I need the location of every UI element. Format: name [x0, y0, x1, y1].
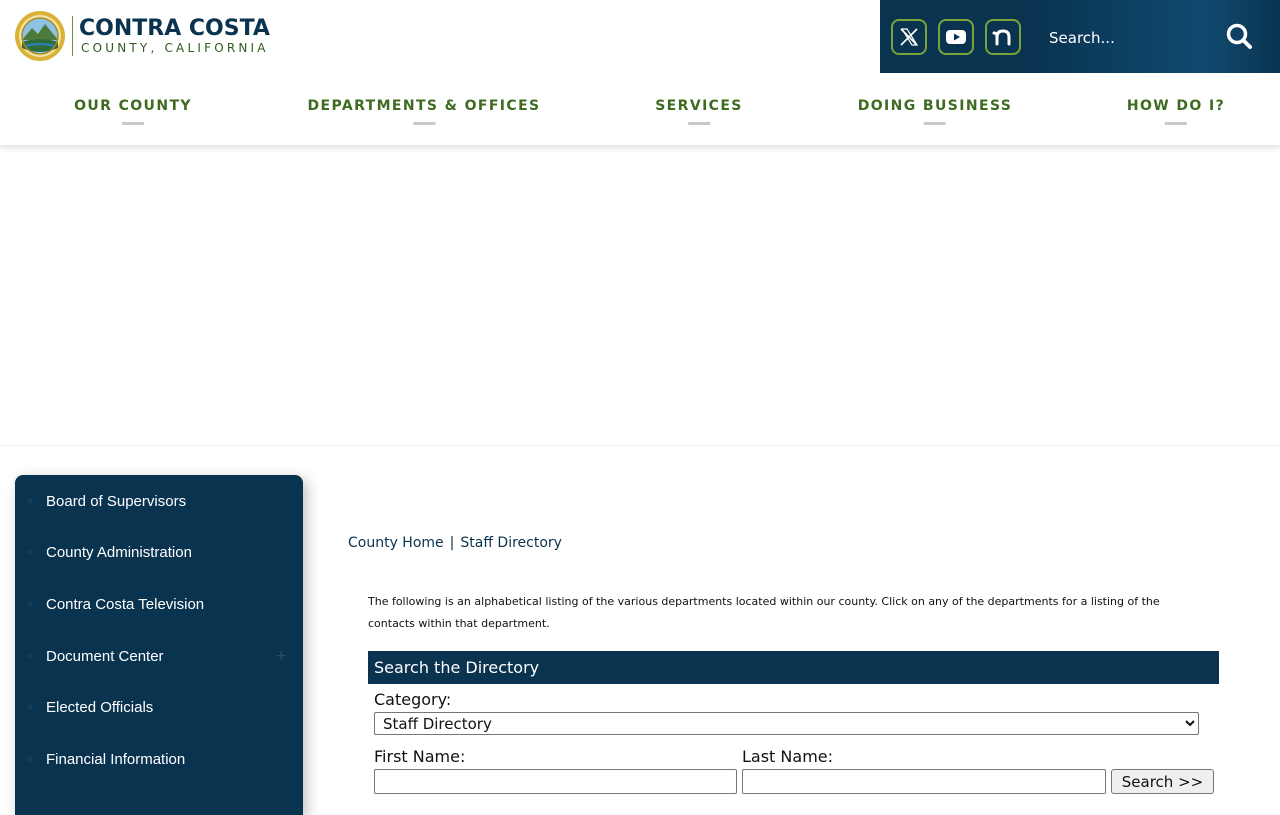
bullet-icon: [27, 653, 33, 659]
directory-search-header: Search the Directory: [368, 651, 1219, 684]
breadcrumb-home-link[interactable]: County Home: [348, 535, 444, 551]
expand-plus-icon[interactable]: +: [275, 648, 287, 664]
intro-text: The following is an alphabetical listing…: [368, 595, 1160, 630]
nav-label: SERVICES: [655, 98, 743, 114]
search-button[interactable]: [1223, 20, 1255, 52]
category-select[interactable]: Staff Directory: [374, 712, 1199, 735]
sidebar-item-label: Document Center: [46, 647, 164, 665]
nav-underline: [413, 122, 435, 125]
x-twitter-icon: [900, 27, 919, 46]
hero-banner: [0, 145, 1280, 446]
youtube-button[interactable]: [938, 18, 974, 55]
nav-services[interactable]: SERVICES: [655, 88, 743, 125]
nav-underline: [688, 122, 710, 125]
nav-underline: [924, 122, 946, 125]
sidebar-item-label: Board of Supervisors: [46, 492, 187, 510]
nav-underline: [1164, 122, 1187, 125]
sidebar-item-document-center[interactable]: Document Center +: [15, 641, 303, 671]
nav-our-county[interactable]: OUR COUNTY: [74, 88, 192, 125]
bullet-icon: [27, 498, 33, 504]
sidebar-item-board-of-supervisors[interactable]: Board of Supervisors: [15, 486, 303, 516]
sidebar-item-county-administration[interactable]: County Administration: [15, 537, 303, 567]
sidebar-item-label: Contra Costa Television: [46, 595, 205, 613]
sidebar-item-contra-costa-television[interactable]: Contra Costa Television: [15, 589, 303, 619]
logo-text: CONTRA COSTA COUNTY, CALIFORNIA: [79, 16, 270, 56]
nav-how-do-i[interactable]: HOW DO I?: [1127, 88, 1225, 125]
logo-divider: [72, 16, 73, 56]
search-input[interactable]: [1047, 24, 1221, 52]
bullet-icon: [27, 756, 33, 762]
nav-label: DOING BUSINESS: [857, 98, 1013, 114]
breadcrumb-current-link[interactable]: Staff Directory: [460, 535, 562, 551]
breadcrumb-separator: |: [449, 535, 455, 551]
nextdoor-icon: [992, 28, 1011, 45]
nav-label: DEPARTMENTS & OFFICES: [307, 98, 541, 114]
sidebar-item-label: Financial Information: [46, 750, 186, 768]
last-name-input[interactable]: [742, 769, 1106, 794]
first-name-label: First Name:: [374, 747, 466, 766]
nav-doing-business[interactable]: DOING BUSINESS: [858, 88, 1013, 125]
main-nav: OUR COUNTY DEPARTMENTS & OFFICES SERVICE…: [0, 88, 1280, 138]
breadcrumb: County Home | Staff Directory: [348, 535, 562, 551]
category-label: Category:: [374, 690, 452, 709]
nextdoor-button[interactable]: [985, 18, 1021, 55]
sidebar-item-elected-officials[interactable]: Elected Officials: [15, 692, 303, 722]
nav-departments-offices[interactable]: DEPARTMENTS & OFFICES: [307, 88, 540, 125]
bullet-icon: [27, 704, 33, 710]
county-seal-icon: [15, 11, 65, 61]
directory-search-button[interactable]: Search >>: [1111, 769, 1214, 794]
first-name-input[interactable]: [374, 769, 737, 794]
nav-underline: [122, 122, 144, 125]
logo-name: CONTRA COSTA: [79, 16, 270, 41]
bullet-icon: [27, 601, 33, 607]
nav-label: OUR COUNTY: [74, 98, 192, 114]
x-twitter-button[interactable]: [891, 18, 927, 55]
county-logo[interactable]: CONTRA COSTA COUNTY, CALIFORNIA: [14, 8, 270, 64]
search-icon: [1226, 23, 1252, 49]
logo-subtitle: COUNTY, CALIFORNIA: [81, 41, 269, 55]
site-header: CONTRA COSTA COUNTY, CALIFORNIA Search..…: [0, 0, 1280, 145]
sidebar-item-label: County Administration: [46, 543, 192, 561]
nav-label: HOW DO I?: [1126, 98, 1226, 114]
sidebar-item-financial-information[interactable]: Financial Information: [15, 744, 303, 774]
sidebar-nav: Board of Supervisors County Administrati…: [15, 475, 303, 815]
sidebar-item-label: Elected Officials: [46, 698, 154, 716]
social-links: [880, 0, 1031, 73]
youtube-icon: [946, 29, 966, 44]
bullet-icon: [27, 549, 33, 555]
site-search: [1031, 0, 1280, 73]
last-name-label: Last Name:: [742, 747, 834, 766]
